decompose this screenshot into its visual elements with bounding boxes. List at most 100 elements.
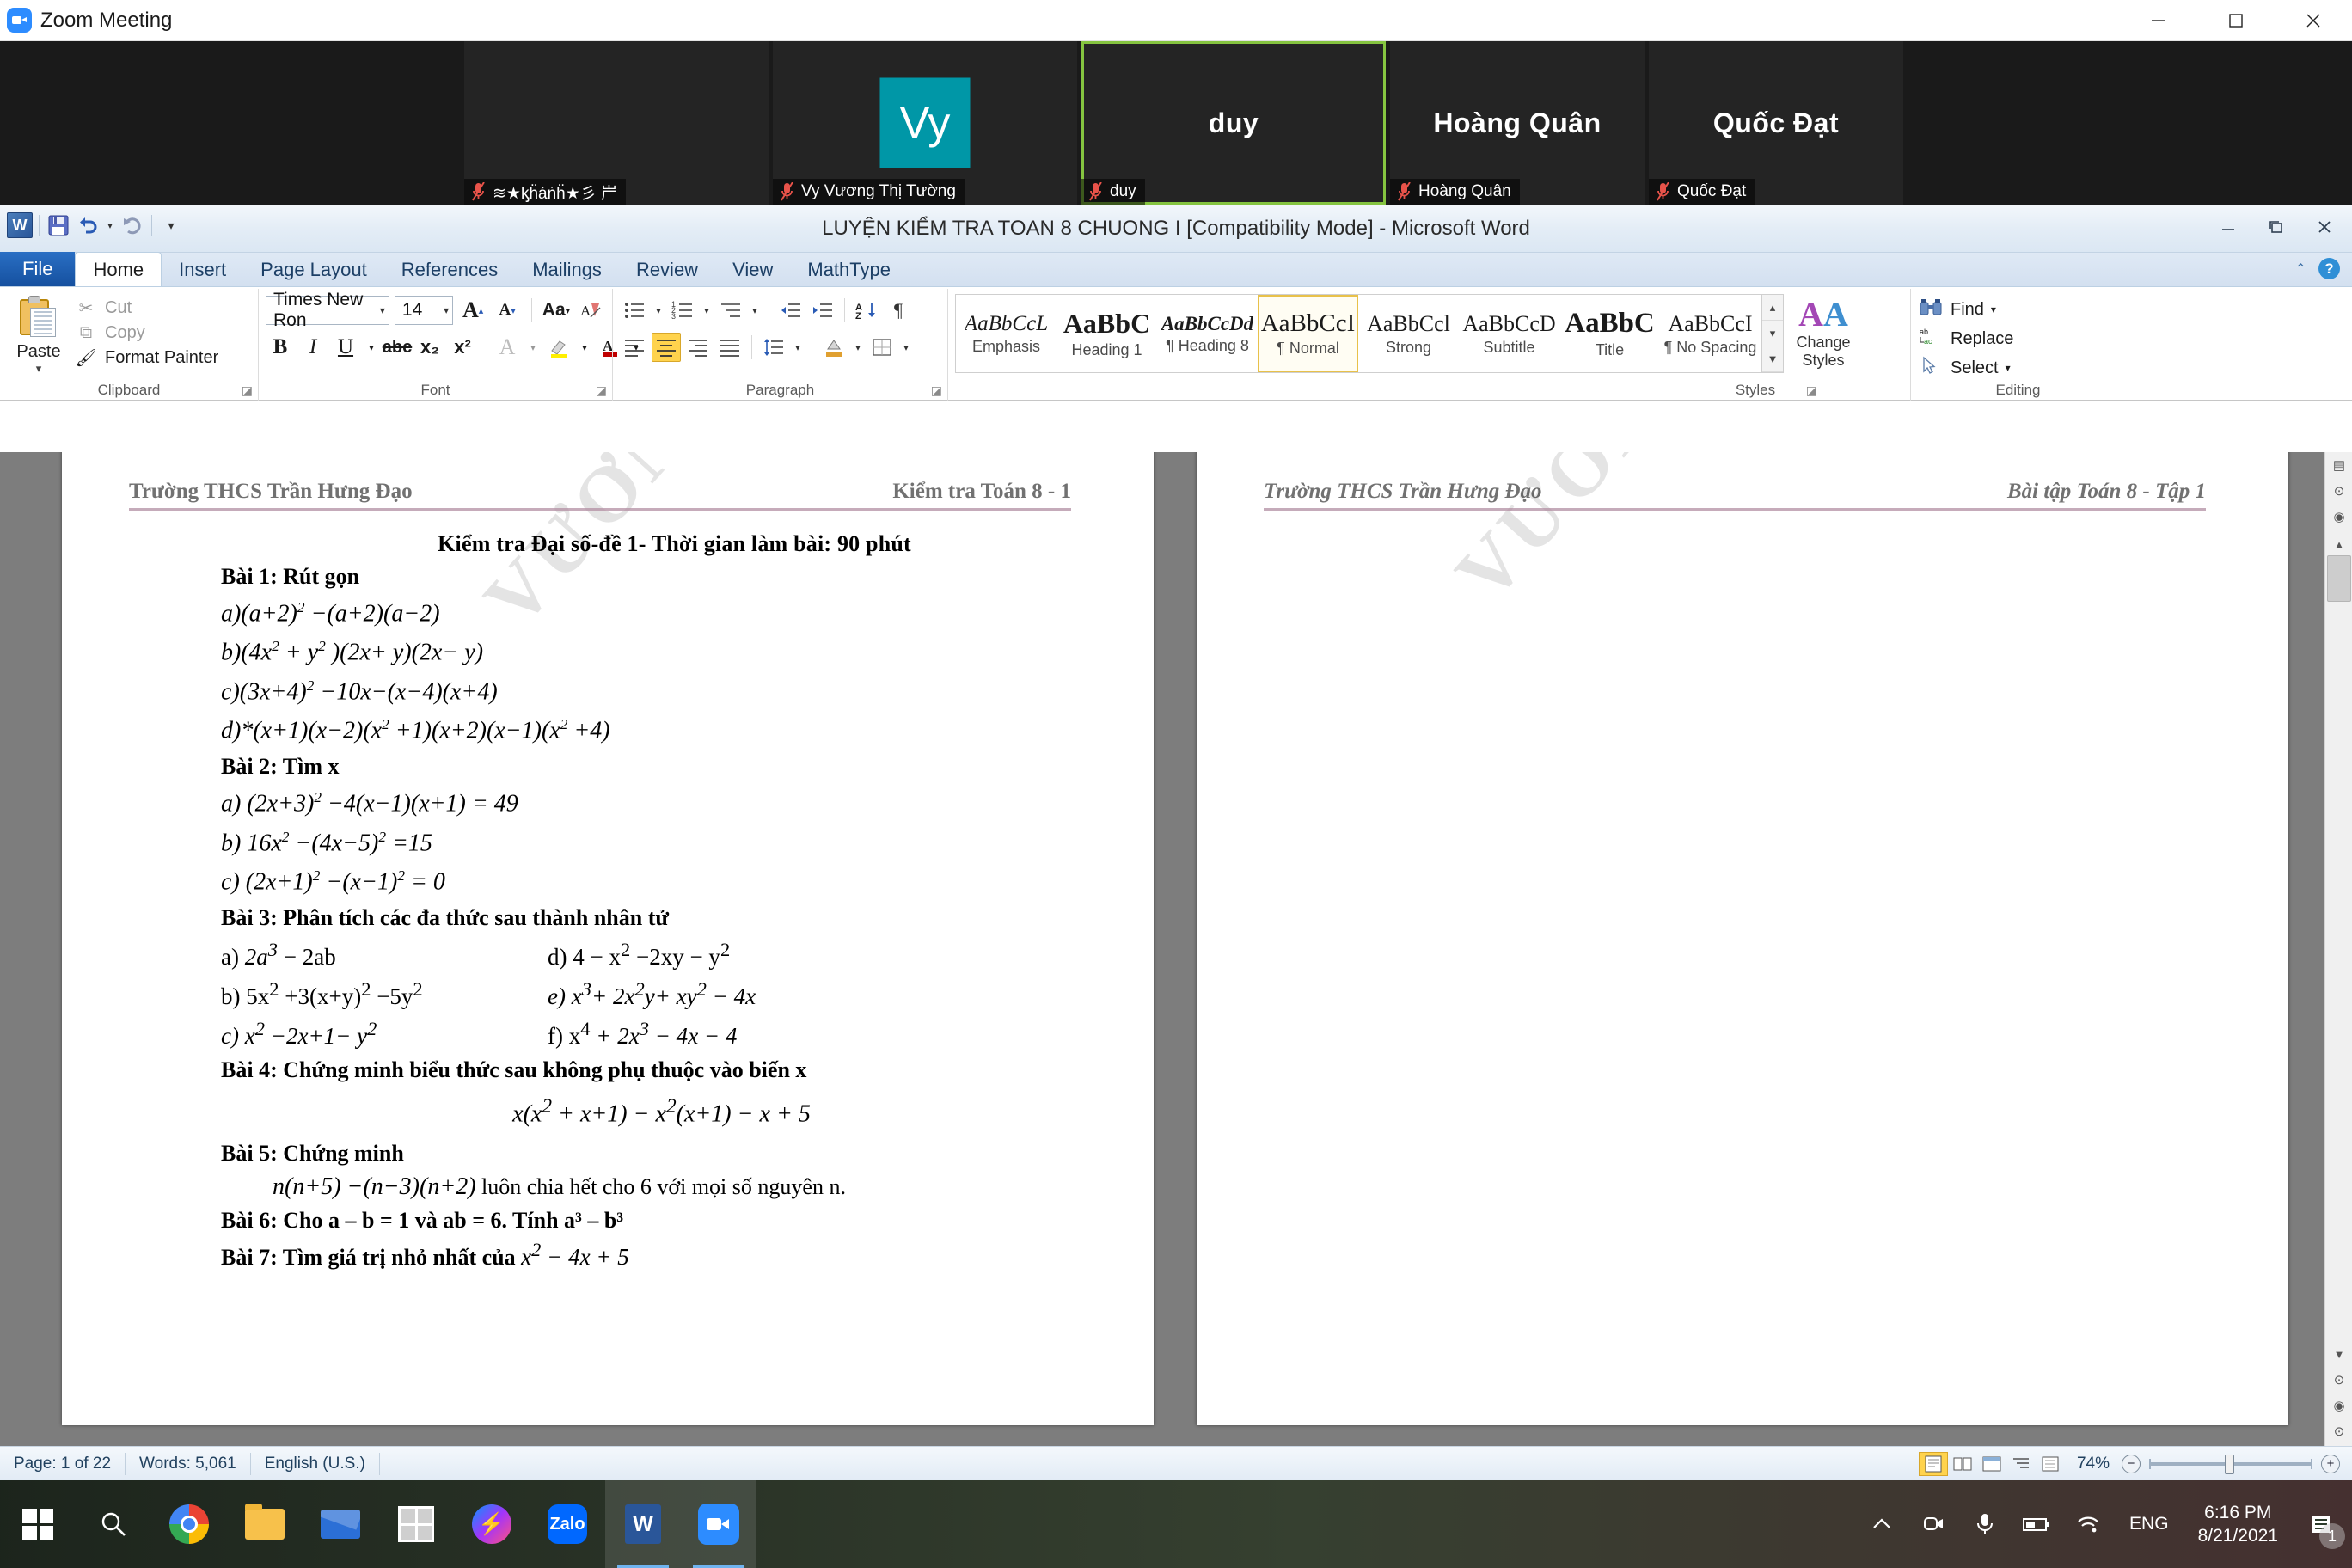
zoom-percentage[interactable]: 74% [2065, 1455, 2122, 1473]
styles-scroll-up-icon[interactable]: ▴ [1762, 295, 1783, 321]
underline-button[interactable]: U [331, 333, 360, 362]
participant-tile-selected[interactable]: duy duy [1081, 41, 1386, 205]
tray-microphone-button[interactable] [1959, 1480, 2011, 1568]
paragraph-dialog-launcher-icon[interactable]: ◪ [931, 383, 942, 398]
bullets-button[interactable] [620, 296, 649, 325]
tab-mathtype[interactable]: MathType [790, 254, 908, 286]
style-item-normal[interactable]: AaBbCcI ¶ Normal [1258, 295, 1358, 372]
participant-tile[interactable]: Quốc Đạt Quốc Đạt [1649, 41, 1903, 205]
help-icon[interactable]: ? [2318, 258, 2340, 279]
scroll-down-button[interactable]: ▼ [2325, 1341, 2352, 1367]
multilevel-list-button[interactable] [716, 296, 745, 325]
align-left-button[interactable] [620, 333, 649, 362]
tray-wifi-button[interactable] [2062, 1480, 2114, 1568]
split-window-icon[interactable]: ▤ [2325, 452, 2352, 478]
tray-zoom-icon-button[interactable] [1908, 1480, 1959, 1568]
borders-dropdown-icon[interactable]: ▾ [899, 333, 913, 362]
underline-dropdown-icon[interactable]: ▾ [364, 333, 379, 362]
style-item-heading-8[interactable]: AaBbCcDd ¶ Heading 8 [1157, 295, 1258, 372]
language-indicator-button[interactable]: ENG [2114, 1514, 2184, 1534]
numbering-dropdown-icon[interactable]: ▾ [700, 296, 714, 325]
find-dropdown-icon[interactable]: ▾ [1991, 303, 1996, 315]
word-minimize-button[interactable] [2204, 208, 2252, 246]
style-item-subtitle[interactable]: AaBbCcD Subtitle [1459, 295, 1559, 372]
vertical-scrollbar[interactable]: ▤ ⊙ ◉ ▲ ▼ ⊙ ◉ ⊙ [2324, 452, 2352, 1446]
show-formatting-marks-button[interactable]: ¶ [884, 296, 913, 325]
document-body[interactable]: Kiểm tra Đại số-đề 1- Thời gian làm bài:… [221, 531, 1102, 1276]
tray-battery-button[interactable] [2011, 1480, 2062, 1568]
select-browse-object-icon[interactable]: ⊙ [2325, 1367, 2352, 1393]
borders-button[interactable] [867, 333, 897, 362]
format-painter-button[interactable]: 🖌 Format Painter [74, 347, 218, 369]
participant-tile[interactable]: ≋★ᶄḧáṅḧ★彡 屵 [464, 41, 769, 205]
start-button[interactable] [0, 1480, 76, 1568]
view-print-layout-button[interactable] [1918, 1451, 1948, 1476]
italic-button[interactable]: I [298, 333, 328, 362]
change-styles-button[interactable]: AA Change Styles [1784, 292, 1863, 373]
taskbar-zoom-button[interactable] [681, 1480, 756, 1568]
style-item-title[interactable]: AaBbC Title [1559, 295, 1660, 372]
view-outline-button[interactable] [2006, 1452, 2036, 1476]
word-close-button[interactable] [2300, 208, 2349, 246]
clock-button[interactable]: 6:16 PM 8/21/2021 [2184, 1501, 2292, 1548]
text-effects-dropdown-icon[interactable]: ▾ [525, 333, 541, 362]
numbering-button[interactable]: 123 [668, 296, 697, 325]
style-item-strong[interactable]: AaBbCcl Strong [1358, 295, 1459, 372]
view-draft-button[interactable] [2036, 1452, 2065, 1476]
align-center-button[interactable] [652, 333, 681, 362]
styles-dialog-launcher-icon[interactable]: ◪ [1806, 383, 1817, 398]
next-page-icon[interactable]: ◉ [2325, 1393, 2352, 1418]
browse-next-icon[interactable]: ⊙ [2325, 1418, 2352, 1444]
tab-references[interactable]: References [384, 254, 516, 286]
tab-home[interactable]: Home [75, 252, 162, 286]
highlight-dropdown-icon[interactable]: ▾ [577, 333, 592, 362]
scrollbar-thumb[interactable] [2327, 555, 2351, 602]
copy-button[interactable]: ⧉ Copy [74, 323, 218, 343]
tab-insert[interactable]: Insert [162, 254, 243, 286]
document-canvas[interactable]: VƯƠNG THỊ TƯỜNG VY Trường THCS Trần Hưng… [0, 452, 2352, 1446]
strikethrough-button[interactable]: abc [383, 333, 412, 362]
tab-page-layout[interactable]: Page Layout [243, 254, 384, 286]
font-dialog-launcher-icon[interactable]: ◪ [596, 383, 607, 398]
zoom-slider-track[interactable] [2149, 1454, 2312, 1474]
clipboard-dialog-launcher-icon[interactable]: ◪ [242, 383, 253, 398]
taskbar-zalo-button[interactable]: Zalo [530, 1480, 605, 1568]
notification-center-button[interactable]: 1 [2292, 1480, 2352, 1568]
superscript-button[interactable]: x² [448, 333, 477, 362]
select-button[interactable]: Select ▾ [1918, 356, 2118, 380]
shrink-font-button[interactable]: A ▾ [493, 296, 522, 325]
align-right-button[interactable] [683, 333, 713, 362]
show-hidden-icons-button[interactable] [1856, 1480, 1908, 1568]
view-full-screen-reading-button[interactable] [1948, 1452, 1977, 1476]
cut-button[interactable]: ✂ Cut [74, 297, 218, 319]
chevron-down-icon[interactable]: ▾ [36, 363, 42, 374]
zoom-slider[interactable]: − + [2122, 1454, 2340, 1474]
zoom-in-button[interactable]: + [2321, 1454, 2340, 1473]
styles-more-icon[interactable]: ▼ [1762, 346, 1783, 372]
taskbar-store-button[interactable] [378, 1480, 454, 1568]
participant-tile[interactable]: Vy Vy Vương Thị Tường [773, 41, 1077, 205]
style-item-no-spacing[interactable]: AaBbCcI ¶ No Spacing [1660, 295, 1761, 372]
taskbar-file-explorer-button[interactable] [227, 1480, 303, 1568]
select-dropdown-icon[interactable]: ▾ [2006, 362, 2011, 374]
clear-formatting-button[interactable]: A [576, 296, 605, 325]
page-indicator[interactable]: Page: 1 of 22 [0, 1452, 126, 1475]
font-name-combo[interactable]: Times New Ron ▾ [266, 290, 389, 330]
tab-view[interactable]: View [715, 254, 790, 286]
taskbar-messenger-button[interactable]: ⚡ [454, 1480, 530, 1568]
change-case-button[interactable]: Aa ▾ [542, 296, 571, 325]
zoom-out-button[interactable]: − [2122, 1454, 2141, 1473]
line-spacing-button[interactable] [759, 333, 788, 362]
increase-indent-button[interactable] [808, 296, 837, 325]
language-indicator[interactable]: English (U.S.) [251, 1452, 380, 1475]
style-item-emphasis[interactable]: AaBbCcL Emphasis [956, 295, 1057, 372]
styles-gallery-scroll[interactable]: ▴ ▾ ▼ [1761, 294, 1784, 373]
styles-scroll-down-icon[interactable]: ▾ [1762, 321, 1783, 346]
participant-tile[interactable]: Hoàng Quân Hoàng Quân [1390, 41, 1645, 205]
style-item-heading-1[interactable]: AaBbC Heading 1 [1057, 295, 1157, 372]
tab-review[interactable]: Review [619, 254, 715, 286]
text-effects-button[interactable]: A [493, 333, 522, 362]
zoom-close-button[interactable] [2275, 0, 2352, 41]
tab-mailings[interactable]: Mailings [515, 254, 619, 286]
previous-page-icon[interactable]: ⊙ [2325, 478, 2352, 504]
